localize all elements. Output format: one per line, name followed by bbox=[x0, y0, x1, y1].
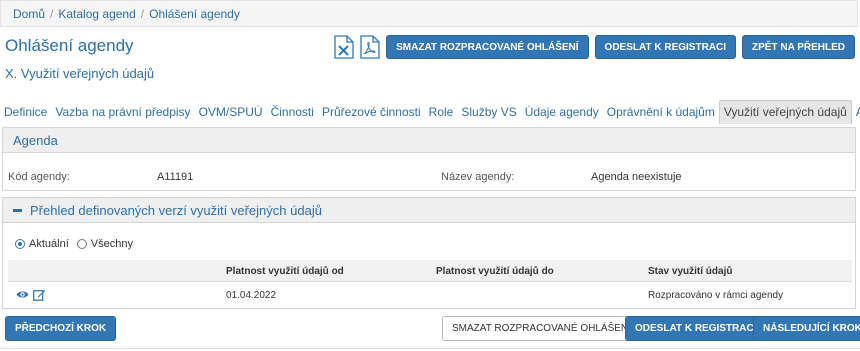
radio-current[interactable] bbox=[15, 239, 25, 249]
tab-bar: Definice Vazba na právní předpisy OVM/SP… bbox=[0, 100, 860, 124]
bottom-actions: PŘEDCHOZÍ KROK SMAZAT ROZPRACOVANÉ OHLÁŠ… bbox=[0, 316, 860, 341]
column-header-valid-from: Platnost využití údajů od bbox=[226, 266, 344, 277]
versions-panel-title: Přehled definovaných verzí využití veřej… bbox=[30, 202, 322, 218]
tab-vyuziti-verejnych-udaju[interactable]: Využití veřejných údajů bbox=[718, 100, 852, 124]
cell-valid-from: 01.04.2022 bbox=[226, 290, 277, 301]
collapse-icon[interactable] bbox=[13, 208, 22, 212]
submit-registration-button[interactable]: ODESLAT K REGISTRACI bbox=[594, 35, 737, 59]
previous-step-button[interactable]: PŘEDCHOZÍ KROK bbox=[5, 316, 117, 341]
breadcrumb-agenda-catalog[interactable]: Katalog agend bbox=[58, 7, 135, 21]
back-to-overview-button[interactable]: ZPĚT NA PŘEHLED bbox=[742, 35, 855, 59]
tab-opravneni-k-udajum[interactable]: Oprávnění k údajům bbox=[603, 101, 719, 124]
excel-icon[interactable] bbox=[334, 35, 354, 59]
tab-sluzby-vs[interactable]: Služby VS bbox=[457, 101, 520, 124]
radio-all-label[interactable]: Všechny bbox=[91, 238, 133, 250]
pdf-icon[interactable] bbox=[360, 35, 380, 59]
tab-ais[interactable]: AIS bbox=[852, 101, 860, 124]
agenda-code-value: A11191 bbox=[157, 171, 194, 183]
divider bbox=[0, 348, 860, 349]
page-title: Ohlášení agendy bbox=[5, 36, 134, 55]
top-actions: SMAZAT ROZPRACOVANÉ OHLÁŠENÍ ODESLAT K R… bbox=[334, 35, 855, 59]
tab-udaje-agendy[interactable]: Údaje agendy bbox=[521, 101, 603, 124]
column-header-state: Stav využití údajů bbox=[648, 266, 733, 277]
agenda-panel: Agenda Kód agendy: A11191 Název agendy: … bbox=[2, 127, 856, 191]
column-header-valid-to: Platnost využití údajů do bbox=[436, 266, 554, 277]
breadcrumb: Domů / Katalog agend / Ohlášení agendy bbox=[0, 0, 858, 27]
row-actions bbox=[16, 288, 46, 301]
agenda-panel-title: Agenda bbox=[3, 128, 855, 153]
submit-registration-button-bottom[interactable]: ODESLAT K REGISTRACI bbox=[625, 316, 767, 341]
delete-draft-button-bottom[interactable]: SMAZAT ROZPRACOVANÉ OHLÁŠENÍ bbox=[442, 316, 641, 341]
agenda-name-label: Název agendy: bbox=[441, 171, 515, 183]
radio-current-label[interactable]: Aktuální bbox=[29, 238, 69, 250]
delete-draft-button[interactable]: SMAZAT ROZPRACOVANÉ OHLÁŠENÍ bbox=[386, 35, 589, 59]
cell-state: Rozpracováno v rámci agendy bbox=[648, 290, 784, 301]
tab-vazba-na-pravni-predpisy[interactable]: Vazba na právní předpisy bbox=[51, 101, 194, 124]
tab-prurezove-cinnosti[interactable]: Průřezové činnosti bbox=[318, 101, 425, 124]
eye-icon[interactable] bbox=[16, 288, 29, 301]
table-row: 01.04.2022 Rozpracováno v rámci agendy bbox=[8, 283, 852, 307]
breadcrumb-separator: / bbox=[50, 6, 54, 21]
tab-ovm-spuu[interactable]: OVM/SPUÚ bbox=[195, 101, 267, 124]
breadcrumb-home[interactable]: Domů bbox=[13, 7, 45, 21]
tab-role[interactable]: Role bbox=[425, 101, 458, 124]
version-filter: Aktuální Všechny bbox=[15, 238, 141, 250]
radio-all[interactable] bbox=[76, 239, 87, 249]
versions-panel: Přehled definovaných verzí využití veřej… bbox=[2, 197, 856, 309]
versions-panel-header[interactable]: Přehled definovaných verzí využití veřej… bbox=[3, 198, 855, 223]
agenda-code-label: Kód agendy: bbox=[8, 171, 70, 183]
edit-icon[interactable] bbox=[33, 288, 46, 301]
tab-cinnosti[interactable]: Činnosti bbox=[267, 101, 318, 124]
next-step-button[interactable]: NÁSLEDUJÍCÍ KROK bbox=[753, 316, 860, 341]
agenda-name-value: Agenda neexistuje bbox=[591, 171, 682, 183]
page-subtitle: X. Využití veřejných údajů bbox=[5, 66, 155, 81]
tab-definice[interactable]: Definice bbox=[0, 101, 51, 124]
breadcrumb-current[interactable]: Ohlášení agendy bbox=[149, 7, 240, 21]
breadcrumb-separator: / bbox=[140, 6, 145, 21]
table-header: Platnost využití údajů od Platnost využi… bbox=[8, 260, 852, 282]
